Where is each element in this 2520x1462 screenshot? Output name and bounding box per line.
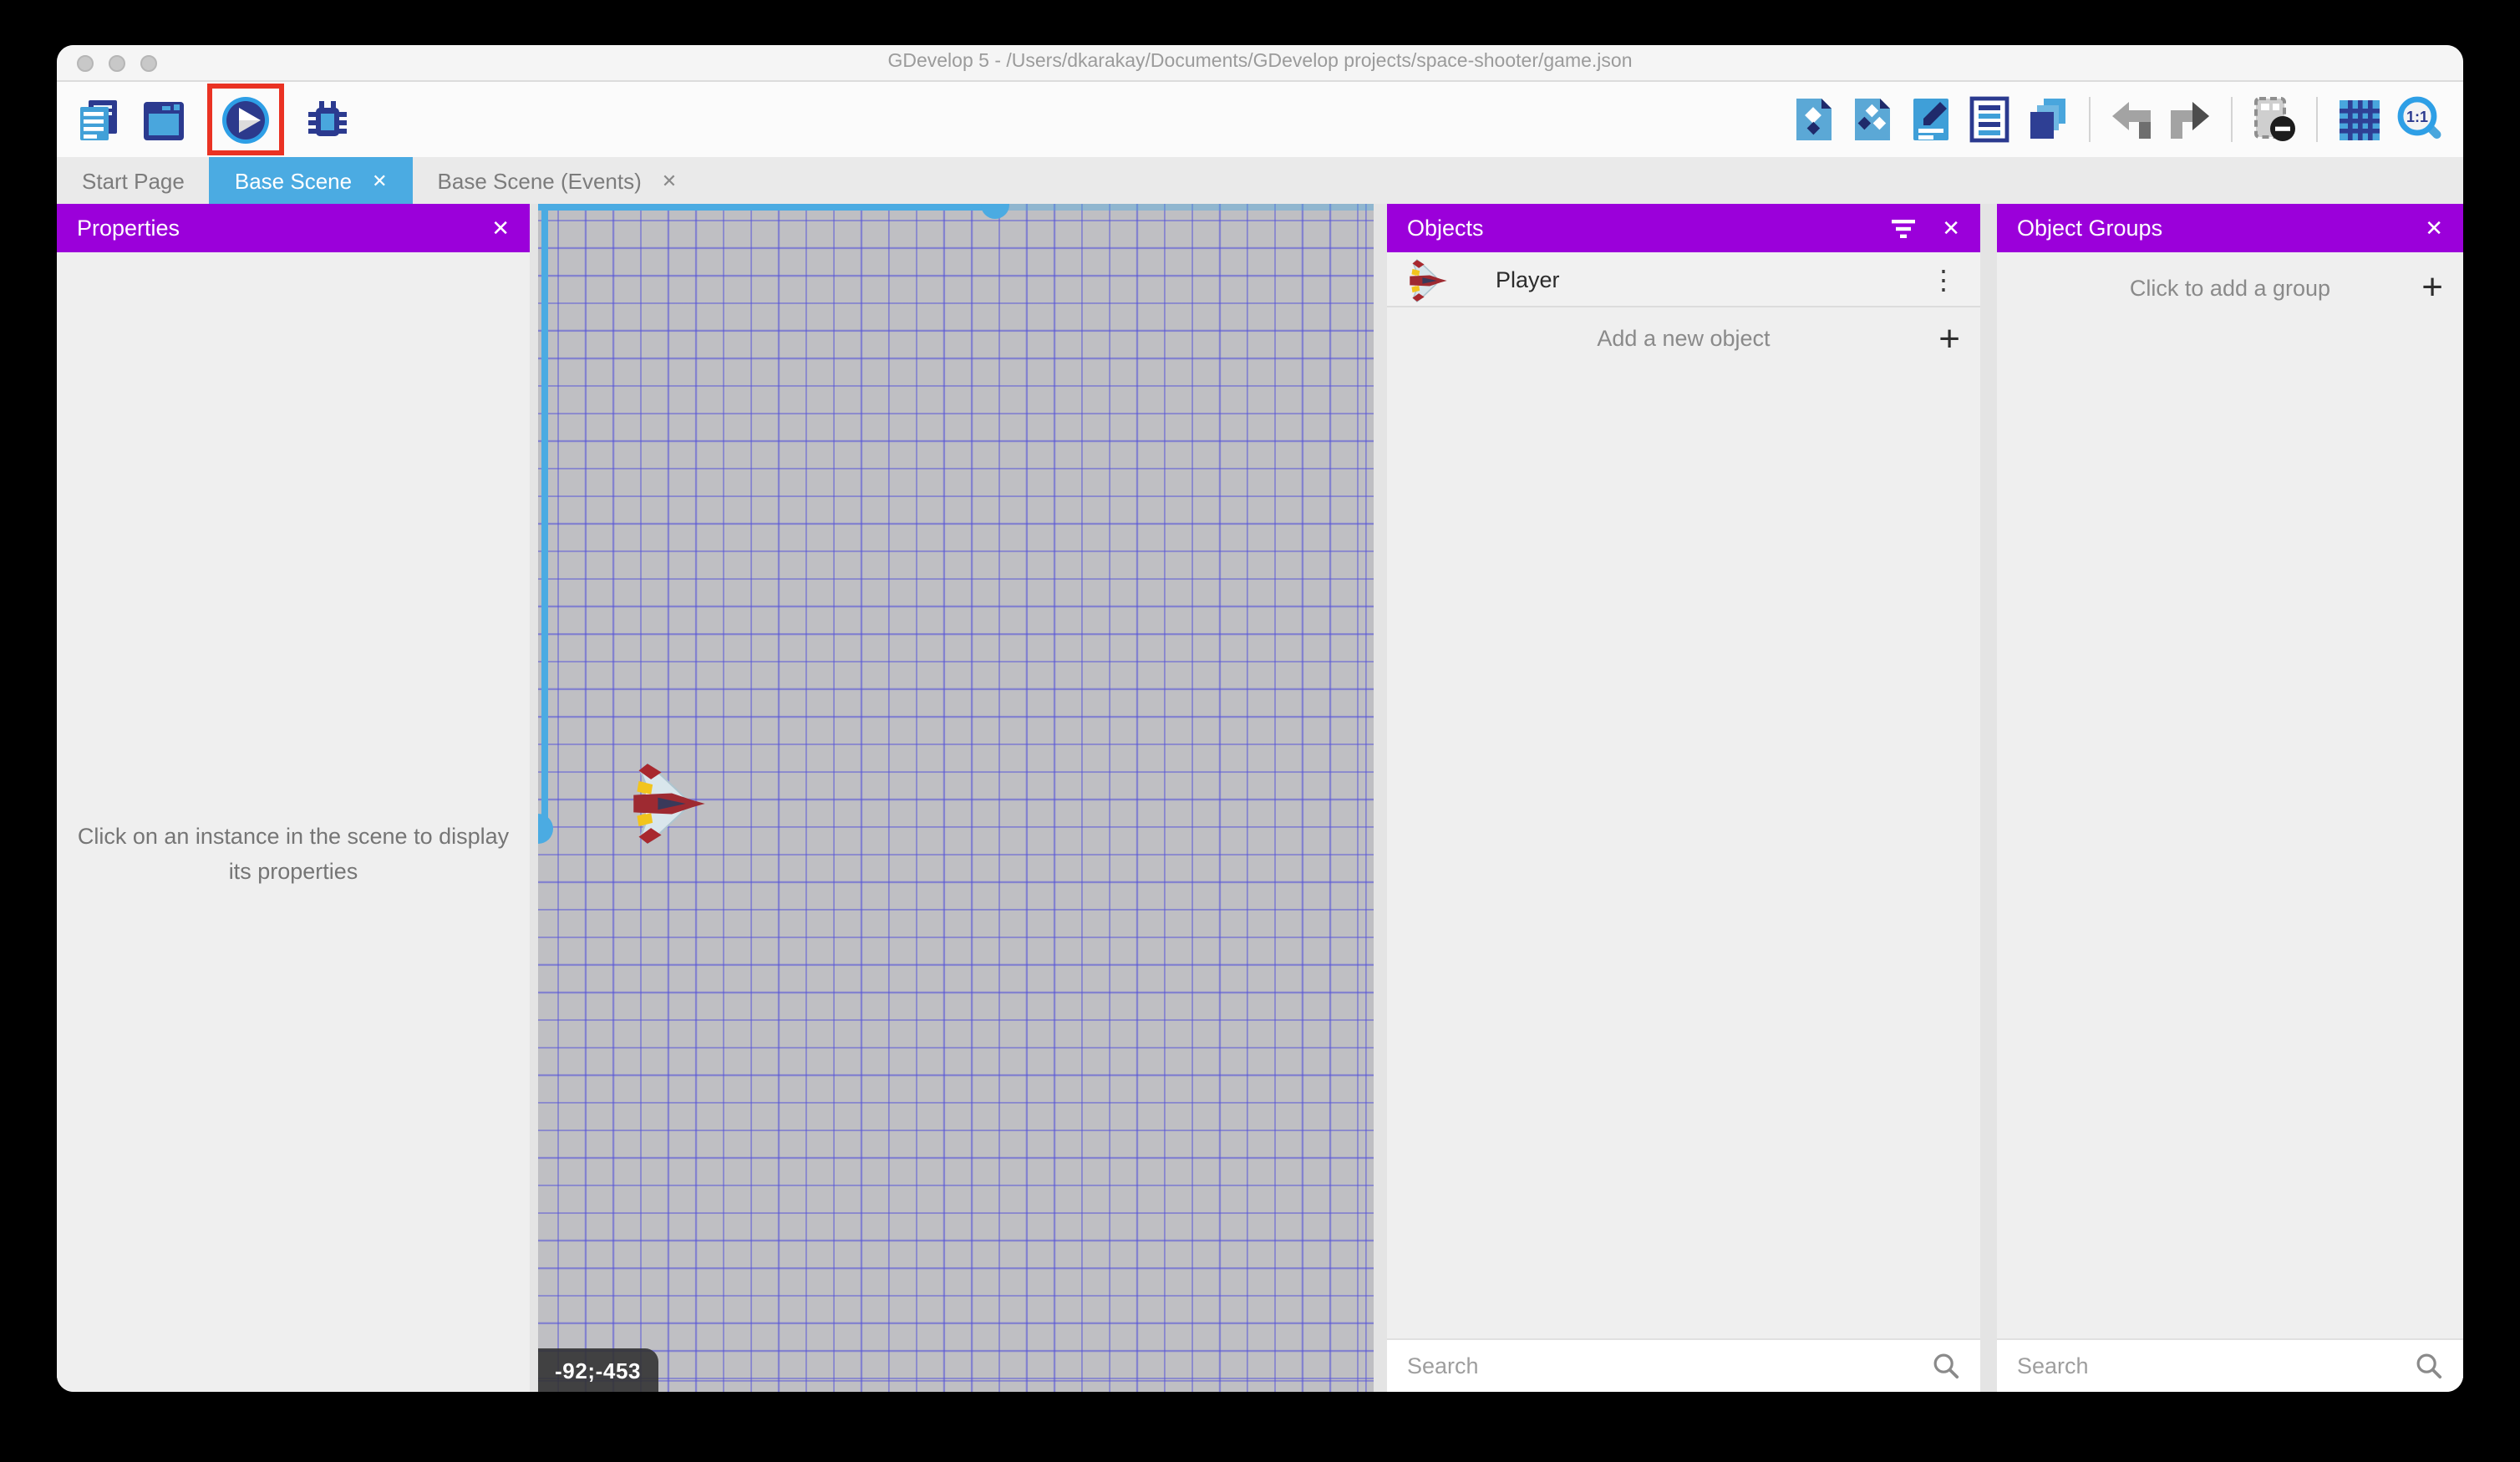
groups-search-bar xyxy=(1997,1338,2463,1392)
layers-icon[interactable] xyxy=(2025,95,2070,144)
close-window-button[interactable] xyxy=(77,55,94,72)
search-icon xyxy=(1932,1352,1960,1380)
cursor-coordinates: -92;-453 xyxy=(538,1348,658,1392)
properties-empty-message: Click on an instance in the scene to dis… xyxy=(74,819,513,889)
toolbar-separator xyxy=(2089,97,2091,142)
objects-search-input[interactable] xyxy=(1407,1353,1918,1378)
play-icon[interactable] xyxy=(219,93,272,146)
player-instance[interactable] xyxy=(632,762,709,845)
object-groups-panel-header: Object Groups ✕ xyxy=(1997,204,2463,252)
deselect-instances-icon[interactable] xyxy=(2251,95,2298,144)
scene-canvas[interactable]: -92;-453 xyxy=(538,204,1374,1392)
add-new-object-label: Add a new object xyxy=(1387,326,1980,351)
undo-icon[interactable] xyxy=(2109,98,2154,141)
window-icon[interactable] xyxy=(139,94,189,145)
screen-background: GDevelop 5 - /Users/dkarakay/Documents/G… xyxy=(0,0,2520,1462)
player-object-thumbnail xyxy=(1409,259,1449,302)
close-tab-icon[interactable]: ✕ xyxy=(372,170,387,191)
object-groups-panel-title: Object Groups xyxy=(2017,216,2401,241)
gdevelop-window: GDevelop 5 - /Users/dkarakay/Documents/G… xyxy=(57,45,2463,1392)
object-row-player[interactable]: Player ⋮ xyxy=(1387,252,1980,307)
object-name: Player xyxy=(1496,267,1560,292)
tab-base-scene[interactable]: Base Scene ✕ xyxy=(210,157,413,204)
tab-label: Base Scene xyxy=(235,168,352,193)
horizontal-scroll-fill xyxy=(538,204,994,211)
properties-panel-header: Properties ✕ xyxy=(57,204,530,252)
editor-content: Properties ✕ Click on an instance in the… xyxy=(57,204,2463,1392)
toggle-grid-icon[interactable] xyxy=(2336,96,2383,143)
add-group-plus-icon[interactable]: + xyxy=(2421,252,2443,322)
redo-icon[interactable] xyxy=(2167,98,2213,141)
main-toolbar: 1:1 xyxy=(57,82,2463,157)
traffic-lights xyxy=(77,55,157,72)
minimize-window-button[interactable] xyxy=(109,55,125,72)
properties-panel: Properties ✕ Click on an instance in the… xyxy=(57,204,530,1392)
objects-search-bar xyxy=(1387,1338,1980,1392)
tab-start-page[interactable]: Start Page xyxy=(57,157,210,204)
project-manager-icon[interactable] xyxy=(74,94,124,145)
toolbar-separator xyxy=(2316,97,2318,142)
zoom-ratio-label: 1:1 xyxy=(2406,109,2428,125)
debug-icon[interactable] xyxy=(302,94,353,145)
object-groups-panel: Object Groups ✕ Click to add a group + xyxy=(1997,204,2463,1392)
close-icon[interactable]: ✕ xyxy=(491,215,510,241)
instances-list-icon[interactable] xyxy=(1967,95,2012,144)
search-icon xyxy=(2415,1352,2443,1380)
objects-panel: Objects ✕ xyxy=(1387,204,1980,1392)
add-group-label: Click to add a group xyxy=(1997,275,2463,300)
add-object-plus-icon[interactable]: + xyxy=(1938,307,1960,369)
close-icon[interactable]: ✕ xyxy=(2425,215,2443,241)
tab-label: Start Page xyxy=(82,168,185,193)
play-button-highlight-box xyxy=(207,84,284,155)
editor-tabs: Start Page Base Scene ✕ Base Scene (Even… xyxy=(57,157,2463,204)
object-overflow-menu-icon[interactable]: ⋮ xyxy=(1923,252,1964,307)
window-title: GDevelop 5 - /Users/dkarakay/Documents/G… xyxy=(57,45,2463,80)
add-group-row[interactable]: Click to add a group + xyxy=(1997,252,2463,322)
objects-panel-title: Objects xyxy=(1407,216,1865,241)
zoom-window-button[interactable] xyxy=(140,55,157,72)
objects-editor-icon[interactable] xyxy=(1791,95,1837,144)
filter-icon[interactable] xyxy=(1888,216,1918,240)
close-tab-icon[interactable]: ✕ xyxy=(662,170,677,191)
title-bar: GDevelop 5 - /Users/dkarakay/Documents/G… xyxy=(57,45,2463,82)
zoom-1-1-icon[interactable]: 1:1 xyxy=(2396,95,2445,144)
tab-base-scene-events[interactable]: Base Scene (Events) ✕ xyxy=(413,157,703,204)
tab-label: Base Scene (Events) xyxy=(438,168,642,193)
objects-panel-header: Objects ✕ xyxy=(1387,204,1980,252)
properties-icon[interactable] xyxy=(1908,95,1954,144)
properties-panel-title: Properties xyxy=(77,216,468,241)
groups-search-input[interactable] xyxy=(2017,1353,2401,1378)
toolbar-separator xyxy=(2231,97,2233,142)
vertical-scroll-fill xyxy=(541,204,548,829)
close-icon[interactable]: ✕ xyxy=(1942,215,1960,241)
add-new-object-row[interactable]: Add a new object + xyxy=(1387,307,1980,369)
object-groups-editor-icon[interactable] xyxy=(1850,95,1895,144)
